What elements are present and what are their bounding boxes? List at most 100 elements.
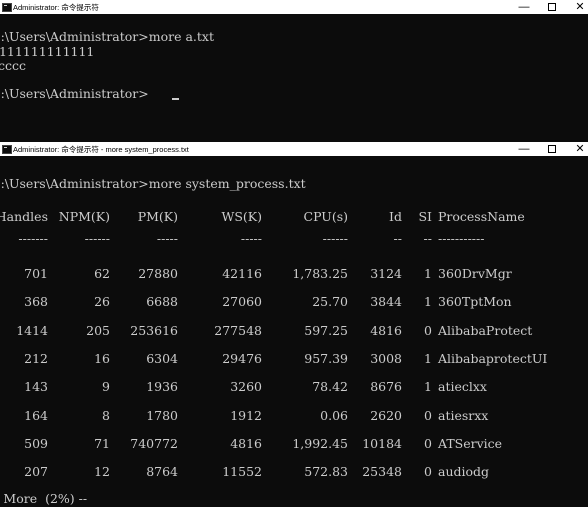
table-cell: 207 [24,464,48,479]
table-cell: 212 [24,351,48,366]
table-cell: 16 [94,351,110,366]
table-cell: 3260 [230,379,262,394]
table-cell: AlibabaprotectUI [438,351,548,366]
table-cell: 1936 [146,379,178,394]
table-cell: ATService [438,436,503,451]
maximize-button[interactable] [540,0,564,14]
table-cell: 1 [424,379,432,394]
table-cell: 277548 [214,323,262,338]
column-underline: ----- [156,231,178,246]
table-cell: 0.06 [320,408,348,423]
column-underline: ------ [84,231,110,246]
maximize-icon [548,145,556,153]
table-cell: 12 [94,464,110,479]
table-cell: 0 [424,323,432,338]
table-cell: 25.70 [312,294,348,309]
table-cell: 8676 [370,379,402,394]
maximize-button[interactable] [540,142,564,156]
table-cell: 3008 [370,351,402,366]
table-cell: 957.39 [304,351,348,366]
title-bar[interactable]: Administrator: 命令提示符 — ✕ [0,0,588,14]
column-underline: -- [393,231,402,246]
console-line: ccccc [0,58,27,73]
column-underline: ----------- [438,231,485,246]
column-header: NPM(K) [58,209,110,224]
table-cell: 42116 [222,266,262,281]
table-cell: 3844 [370,294,402,309]
cmd-icon [2,3,12,12]
column-underline: ------ [322,231,348,246]
table-cell: 509 [24,436,48,451]
table-cell: 25348 [362,464,402,479]
table-cell: 4816 [230,436,262,451]
table-cell: 0 [424,436,432,451]
close-button[interactable]: ✕ [568,142,588,156]
console-command: C:\Users\Administrator>more system_proce… [0,176,306,191]
table-cell: 71 [94,436,110,451]
cmd-window-bottom: Administrator: 命令提示符 - more system_proce… [0,142,588,507]
column-header: SI [418,209,432,224]
table-cell: audiodg [438,464,490,479]
table-cell: 8764 [146,464,178,479]
cmd-icon [2,145,12,154]
table-cell: 9 [102,379,110,394]
table-cell: 6688 [146,294,178,309]
table-cell: 1,992.45 [292,436,348,451]
table-cell: 1780 [146,408,178,423]
table-cell: 253616 [130,323,178,338]
table-cell: 0 [424,464,432,479]
table-cell: 1 [424,294,432,309]
column-underline: -- [423,231,432,246]
column-header: Handles [0,209,48,224]
text-cursor [172,98,179,100]
table-cell: 29476 [222,351,262,366]
table-cell: 10184 [362,436,402,451]
column-underline: ----- [240,231,262,246]
console-prompt[interactable]: C:\Users\Administrator> [0,86,149,102]
minimize-button[interactable]: — [512,0,536,14]
table-cell: 11552 [222,464,262,479]
table-cell: 143 [24,379,48,394]
table-cell: 6304 [146,351,178,366]
column-header: ProcessName [438,209,525,224]
more-prompt[interactable]: -- More (2%) -- [0,491,87,507]
column-header: WS(K) [221,209,262,224]
table-cell: 4816 [370,323,402,338]
table-cell: 205 [86,323,110,338]
column-header: Id [389,209,402,224]
maximize-icon [548,3,556,11]
table-cell: 1,783.25 [292,266,348,281]
console-line: C:\Users\Administrator>more a.txt [0,29,214,44]
table-cell: atieclxx [438,379,487,394]
table-cell: 368 [24,294,48,309]
table-cell: AlibabaProtect [438,323,533,338]
minimize-button[interactable]: — [512,142,536,156]
column-header: CPU(s) [303,209,348,224]
cmd-window-top: Administrator: 命令提示符 — ✕ C:\Users\Admini… [0,0,588,142]
table-cell: 1414 [16,323,48,338]
column-header: PM(K) [137,209,178,224]
table-cell: 360DrvMgr [438,266,512,281]
table-cell: 78.42 [312,379,348,394]
title-bar[interactable]: Administrator: 命令提示符 - more system_proce… [0,142,588,156]
close-button[interactable]: ✕ [568,0,588,14]
table-cell: 26 [94,294,110,309]
column-underline: ------- [18,231,48,246]
table-cell: 62 [94,266,110,281]
window-title: Administrator: 命令提示符 - more system_proce… [13,145,189,154]
table-cell: 8 [102,408,110,423]
table-cell: 1912 [230,408,262,423]
table-cell: 27880 [138,266,178,281]
table-cell: atiesrxx [438,408,489,423]
table-cell: 1 [424,266,432,281]
table-cell: 3124 [370,266,402,281]
table-cell: 164 [24,408,48,423]
table-cell: 597.25 [304,323,348,338]
table-cell: 1 [424,351,432,366]
window-title: Administrator: 命令提示符 [13,3,99,12]
table-cell: 0 [424,408,432,423]
table-cell: 740772 [130,436,178,451]
table-cell: 2620 [370,408,402,423]
table-cell: 572.83 [304,464,348,479]
table-cell: 27060 [222,294,262,309]
